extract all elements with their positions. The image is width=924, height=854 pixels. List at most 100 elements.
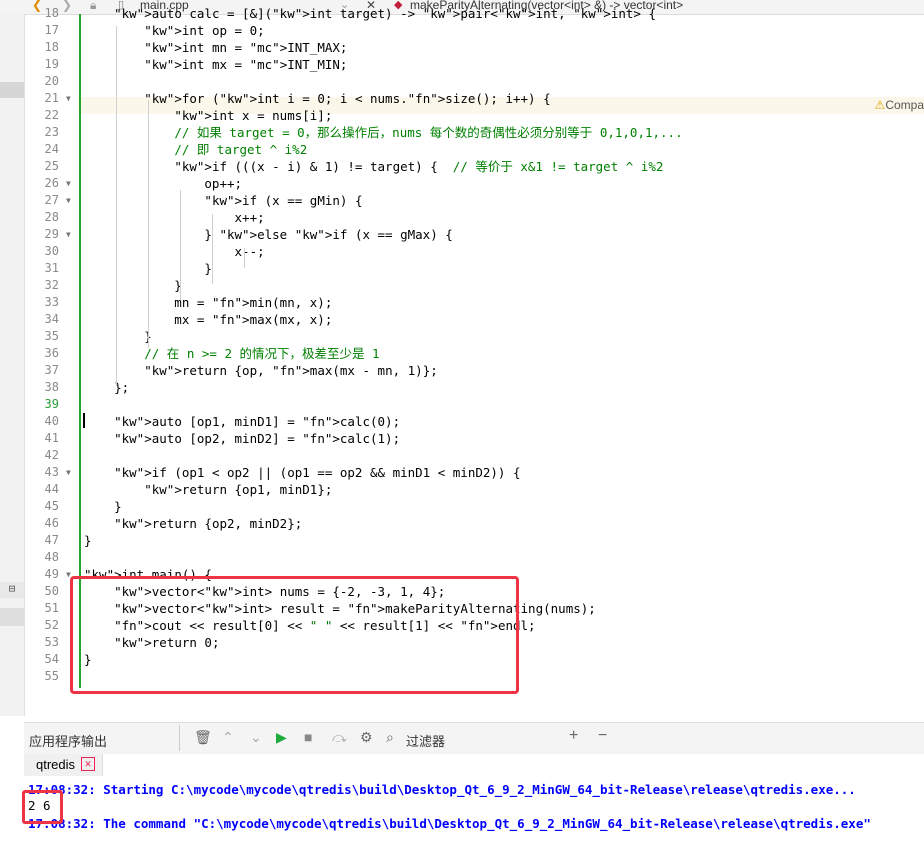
divider xyxy=(179,725,180,751)
filter-input[interactable]: 过滤器 xyxy=(406,731,445,750)
code-line: x--; xyxy=(84,244,265,259)
code-line: } xyxy=(84,499,122,514)
code-line: }; xyxy=(84,380,130,395)
output-tab-bar: qtredis ✕ xyxy=(24,754,924,777)
fold-arrow-icon[interactable]: ▼ xyxy=(66,464,71,481)
line-number: 18 xyxy=(44,6,59,20)
code-line: "kw">return {op, "fn">max(mx - mn, 1)}; xyxy=(144,363,438,378)
output-line: 17:08:32: Starting C:\mycode\mycode\qtre… xyxy=(28,782,856,797)
line-number: 52 xyxy=(44,618,59,632)
output-tab-qtredis[interactable]: qtredis ✕ xyxy=(24,754,103,776)
warning-icon: ⚠ xyxy=(874,98,886,112)
chevron-up-icon[interactable]: ⌃ xyxy=(222,729,234,746)
line-number: 42 xyxy=(44,448,59,462)
fold-arrow-icon[interactable]: ▼ xyxy=(66,175,71,192)
fold-arrow-icon[interactable]: ▼ xyxy=(66,90,71,107)
fold-arrow-icon[interactable]: ▼ xyxy=(66,192,71,209)
line-number: 21 xyxy=(44,91,59,105)
output-panel-header: 应用程序输出 🗑︎ ⌃ ⌄ ▶ ■ ⤼ ⚙ ⌕ 过滤器 + − xyxy=(24,722,924,755)
line-number: 25 xyxy=(44,159,59,173)
indent-guide xyxy=(244,248,245,268)
line-number: 53 xyxy=(44,635,59,649)
code-line: // 如果 target = 0，那么操作后，nums 每个数的奇偶性必须分别等… xyxy=(174,125,683,140)
line-number: 33 xyxy=(44,295,59,309)
highlight-box-main xyxy=(70,576,519,694)
line-number: 20 xyxy=(44,74,59,88)
minimize-button[interactable]: − xyxy=(598,727,607,745)
line-number: 35 xyxy=(44,329,59,343)
indent-guide xyxy=(180,190,181,300)
line-number: 31 xyxy=(44,261,59,275)
tab-close-icon[interactable]: ✕ xyxy=(81,757,95,771)
forward-button[interactable]: ❯ xyxy=(62,0,72,13)
line-number: 17 xyxy=(44,23,59,37)
indent-guide xyxy=(116,26,117,386)
line-number: 39 xyxy=(44,397,59,411)
line-number: 29 xyxy=(44,227,59,241)
strip-handle[interactable] xyxy=(0,608,24,626)
line-number: 36 xyxy=(44,346,59,360)
code-line: } "kw">else "kw">if (x == gMax) { xyxy=(84,227,453,242)
line-number: 40 xyxy=(44,414,59,428)
strip-marker xyxy=(0,82,24,98)
code-line: "kw">int mn = "mc">INT_MAX; xyxy=(144,40,348,55)
line-number: 50 xyxy=(44,584,59,598)
code-line: "kw">int x = nums[i]; xyxy=(174,108,333,123)
code-line: op++; xyxy=(84,176,243,191)
code-line: "kw">for ("kw">int i = 0; i < nums."fn">… xyxy=(144,91,551,106)
indent-guide xyxy=(212,214,213,284)
code-line: "kw">return {op1, minD1}; xyxy=(144,482,333,497)
code-line: "kw">int op = 0; xyxy=(144,23,265,38)
search-icon: ⌕ xyxy=(386,729,394,745)
highlight-box-output xyxy=(22,790,63,824)
line-number: 28 xyxy=(44,210,59,224)
stop-icon[interactable]: ■ xyxy=(304,729,312,745)
line-number: 51 xyxy=(44,601,59,615)
code-line: } xyxy=(84,278,182,293)
line-number: 55 xyxy=(44,669,59,683)
code-line: "kw">if (op1 < op2 || (op1 == op2 && min… xyxy=(114,465,521,480)
line-number: 41 xyxy=(44,431,59,445)
code-line: x++; xyxy=(84,210,265,225)
collapse-icon[interactable]: ⊟ xyxy=(0,582,24,598)
line-number: 18 xyxy=(44,40,59,54)
add-button[interactable]: + xyxy=(569,727,578,745)
line-number: 47 xyxy=(44,533,59,547)
line-number: 26 xyxy=(44,176,59,190)
output-tab-label: qtredis xyxy=(36,757,76,772)
output-line: 17:08:32: The command "C:\mycode\mycode\… xyxy=(28,816,871,831)
line-number: 32 xyxy=(44,278,59,292)
line-number: 44 xyxy=(44,482,59,496)
line-number: 22 xyxy=(44,108,59,122)
code-line: "kw">int mx = "mc">INT_MIN; xyxy=(144,57,348,72)
output-panel-title: 应用程序输出 xyxy=(29,734,108,749)
line-number: 27 xyxy=(44,193,59,207)
run-icon[interactable]: ▶ xyxy=(276,729,287,746)
line-number: 54 xyxy=(44,652,59,666)
line-number: 48 xyxy=(44,550,59,564)
code-line: "kw">if (x == gMin) { xyxy=(204,193,363,208)
chevron-down-icon[interactable]: ⌄ xyxy=(250,729,262,746)
code-line: "kw">if (((x - i) & 1) != target) { // 等… xyxy=(174,159,664,174)
code-line: "kw">auto [op2, minD2] = "fn">calc(1); xyxy=(114,431,401,446)
line-number: 37 xyxy=(44,363,59,377)
warning-annotation[interactable]: ⚠Compa xyxy=(875,97,924,114)
code-line: // 在 n >= 2 的情况下，极差至少是 1 xyxy=(144,346,380,361)
code-line: } xyxy=(84,533,92,548)
fold-arrow-icon[interactable]: ▼ xyxy=(66,226,71,243)
text-cursor xyxy=(83,413,85,428)
gear-icon[interactable]: ⚙ xyxy=(360,729,373,746)
code-line: // 即 target ^ i%2 xyxy=(174,142,308,157)
code-line: "kw">auto calc = [&]("kw">int target) ->… xyxy=(114,6,657,21)
line-number: 19 xyxy=(44,57,59,71)
line-number: 23 xyxy=(44,125,59,139)
line-number: 38 xyxy=(44,380,59,394)
output-console[interactable]: 17:08:32: Starting C:\mycode\mycode\qtre… xyxy=(24,776,924,854)
code-line: mn = "fn">min(mn, x); xyxy=(174,295,333,310)
indent-guide xyxy=(148,100,149,348)
code-line: mx = "fn">max(mx, x); xyxy=(174,312,333,327)
line-number: 49 xyxy=(44,567,59,581)
trash-icon[interactable]: 🗑︎ xyxy=(194,729,212,746)
attach-debugger-icon[interactable]: ⤼ xyxy=(332,729,347,746)
line-number: 30 xyxy=(44,244,59,258)
